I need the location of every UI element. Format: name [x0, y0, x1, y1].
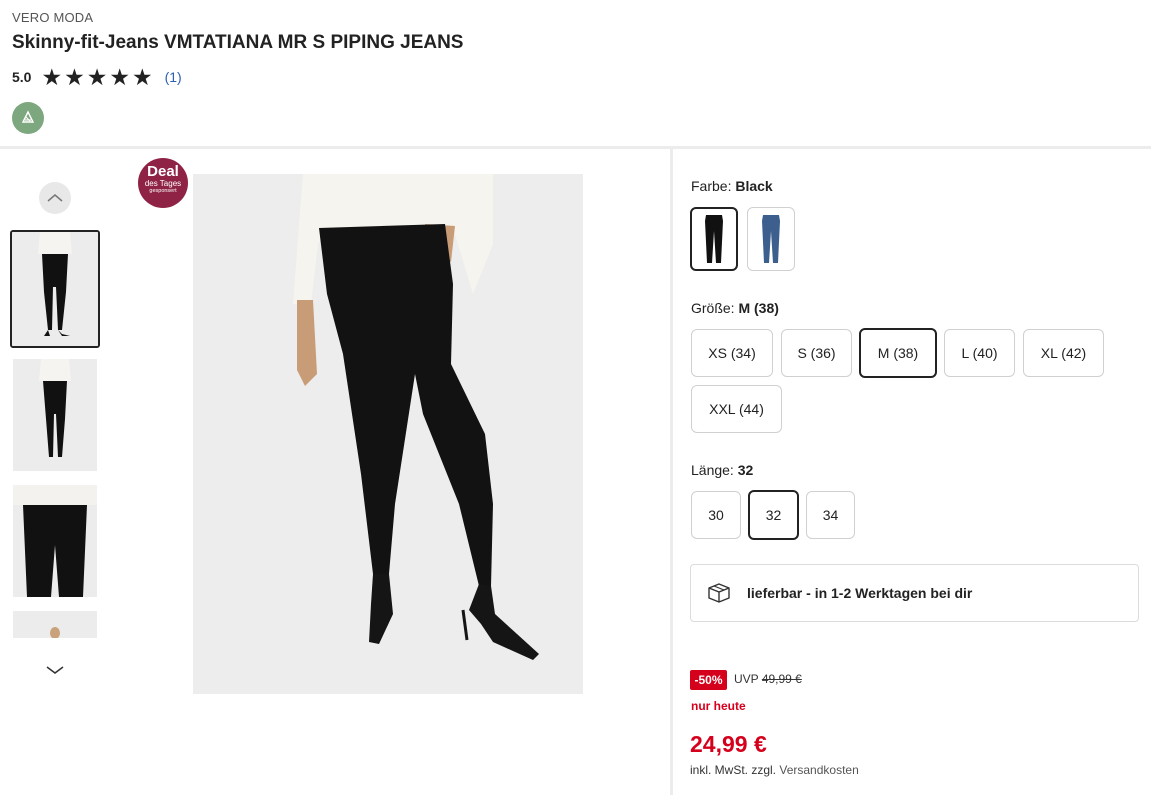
thumbnail-scroll-up-button[interactable]	[39, 182, 71, 214]
product-thumbnail-image	[12, 232, 98, 346]
length-option-34[interactable]: 34	[806, 491, 855, 539]
deal-badge-subtitle: des Tages	[144, 179, 182, 188]
product-thumbnail-image	[13, 611, 97, 638]
current-price: 24,99 €	[690, 731, 767, 757]
gallery-thumbnail-2[interactable]	[13, 359, 97, 471]
gallery-thumbnail-4[interactable]	[13, 611, 97, 638]
gallery-thumbnail-3[interactable]	[13, 485, 97, 597]
size-option-l[interactable]: L (40)	[944, 329, 1015, 377]
gallery-thumbnail-1[interactable]	[10, 230, 100, 348]
vat-info: inkl. MwSt. zzgl. Versandkosten	[690, 763, 859, 777]
length-option-32[interactable]: 32	[748, 490, 799, 540]
delivery-text: lieferbar - in 1-2 Werktagen bei dir	[747, 585, 973, 601]
rating[interactable]: 5.0 ★ ★ ★ ★ ★ (1)	[12, 64, 182, 90]
discount-badge: -50%	[690, 670, 727, 690]
thumbnail-scroll-down-button[interactable]	[40, 658, 70, 682]
rating-score: 5.0	[12, 69, 32, 85]
length-value: 32	[737, 462, 754, 478]
blue-jeans-swatch-image	[762, 215, 780, 263]
length-option-30[interactable]: 30	[691, 491, 741, 539]
brand-name[interactable]: VERO MODA	[12, 10, 93, 25]
main-product-image[interactable]	[193, 174, 583, 694]
deal-badge-title: Deal	[147, 163, 179, 180]
color-value: Black	[735, 178, 773, 194]
length-label-prefix: Länge:	[691, 462, 734, 478]
uvp-value: 49,99 €	[761, 672, 802, 686]
vat-text: inkl. MwSt. zzgl.	[690, 763, 777, 777]
product-thumbnail-image	[13, 359, 97, 471]
size-option-m[interactable]: M (38)	[859, 328, 937, 378]
size-option-xs[interactable]: XS (34)	[691, 329, 773, 377]
header-divider	[0, 146, 1151, 149]
shipping-costs-link[interactable]: Versandkosten	[779, 763, 858, 777]
review-count-link[interactable]: (1)	[165, 69, 182, 85]
column-divider	[670, 149, 673, 795]
color-label-prefix: Farbe:	[691, 178, 732, 194]
color-swatch-black[interactable]	[690, 207, 738, 271]
star-icon: ★	[86, 64, 108, 90]
black-jeans-swatch-image	[705, 215, 723, 263]
product-photo	[193, 174, 583, 694]
color-label: Farbe: Black	[691, 178, 773, 194]
recycle-icon	[21, 110, 35, 123]
package-icon	[708, 583, 730, 603]
rating-stars: ★ ★ ★ ★ ★	[41, 64, 153, 90]
product-header: VERO MODA Skinny-fit-Jeans VMTATIANA MR …	[0, 0, 1151, 148]
today-only-label: nur heute	[691, 699, 746, 713]
size-value: M (38)	[738, 300, 779, 316]
star-icon: ★	[41, 64, 63, 90]
star-icon: ★	[131, 64, 153, 90]
deal-badge-sponsored: gesponsert	[149, 188, 177, 194]
star-icon: ★	[109, 64, 130, 90]
chevron-down-icon	[46, 666, 64, 674]
size-option-xxl[interactable]: XXL (44)	[691, 385, 782, 433]
chevron-up-icon	[47, 194, 63, 202]
color-swatch-blue[interactable]	[747, 207, 795, 271]
size-option-xl[interactable]: XL (42)	[1023, 329, 1104, 377]
delivery-info: lieferbar - in 1-2 Werktagen bei dir	[690, 564, 1139, 622]
size-label-prefix: Größe:	[691, 300, 735, 316]
product-thumbnail-image	[13, 485, 97, 597]
size-label: Größe: M (38)	[691, 300, 779, 316]
size-option-s[interactable]: S (36)	[781, 329, 852, 377]
length-label: Länge: 32	[691, 462, 753, 478]
uvp-label: UVP	[734, 672, 759, 686]
product-title: Skinny-fit-Jeans VMTATIANA MR S PIPING J…	[12, 32, 464, 53]
star-icon: ★	[64, 64, 85, 90]
deal-of-the-day-badge: Deal des Tages gesponsert	[138, 158, 188, 208]
sustainability-badge[interactable]	[12, 102, 44, 134]
uvp-price: UVP 49,99 €	[734, 672, 802, 686]
